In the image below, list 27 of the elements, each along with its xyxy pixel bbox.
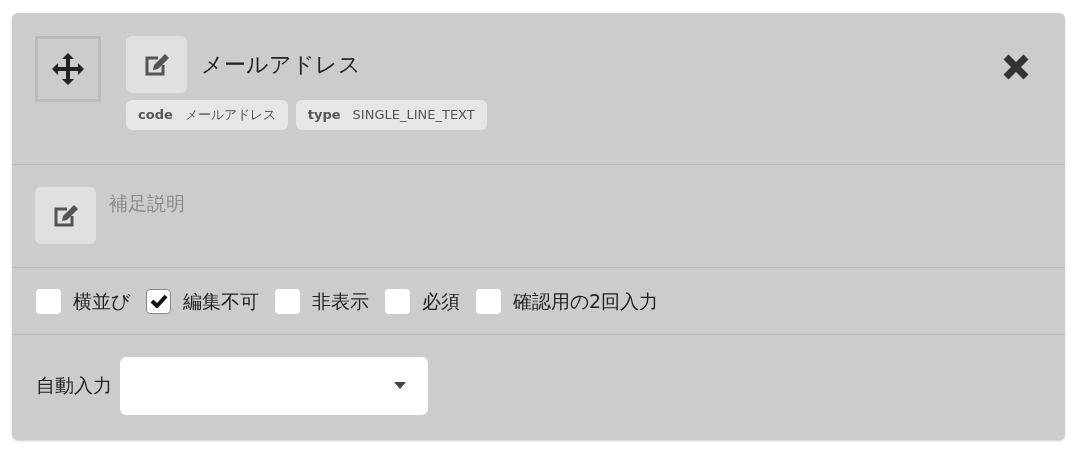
- checkbox[interactable]: [275, 288, 300, 314]
- description-placeholder[interactable]: 補足説明: [109, 189, 185, 218]
- checkbox[interactable]: [385, 288, 410, 314]
- checkbox-label: 必須: [422, 288, 460, 314]
- move-icon: [51, 52, 85, 86]
- close-button[interactable]: [1001, 52, 1031, 82]
- tag-value: メールアドレス: [184, 106, 276, 125]
- edit-button[interactable]: [126, 36, 187, 93]
- autofill-label: 自動入力: [36, 373, 112, 399]
- tag-key: type: [307, 105, 341, 125]
- checkbox[interactable]: [36, 288, 61, 314]
- close-icon: [1003, 54, 1029, 80]
- checkbox[interactable]: [476, 288, 501, 314]
- tag-key: code: [138, 105, 173, 125]
- checkbox-label: 横並び: [73, 288, 130, 314]
- caret-icon: [394, 382, 406, 389]
- checkbox-label: 非表示: [312, 288, 369, 314]
- edit-button[interactable]: [35, 187, 96, 244]
- field-label: メールアドレス: [201, 51, 361, 79]
- check-icon: [149, 294, 168, 308]
- checkbox-label: 確認用の2回入力: [513, 288, 659, 314]
- move-handle[interactable]: [35, 36, 101, 102]
- checkbox[interactable]: [146, 288, 171, 314]
- edit-icon: [52, 203, 79, 228]
- tag-value: SINGLE_LINE_TEXT: [352, 106, 475, 125]
- edit-icon: [143, 52, 170, 77]
- checkbox-label: 編集不可: [183, 288, 259, 314]
